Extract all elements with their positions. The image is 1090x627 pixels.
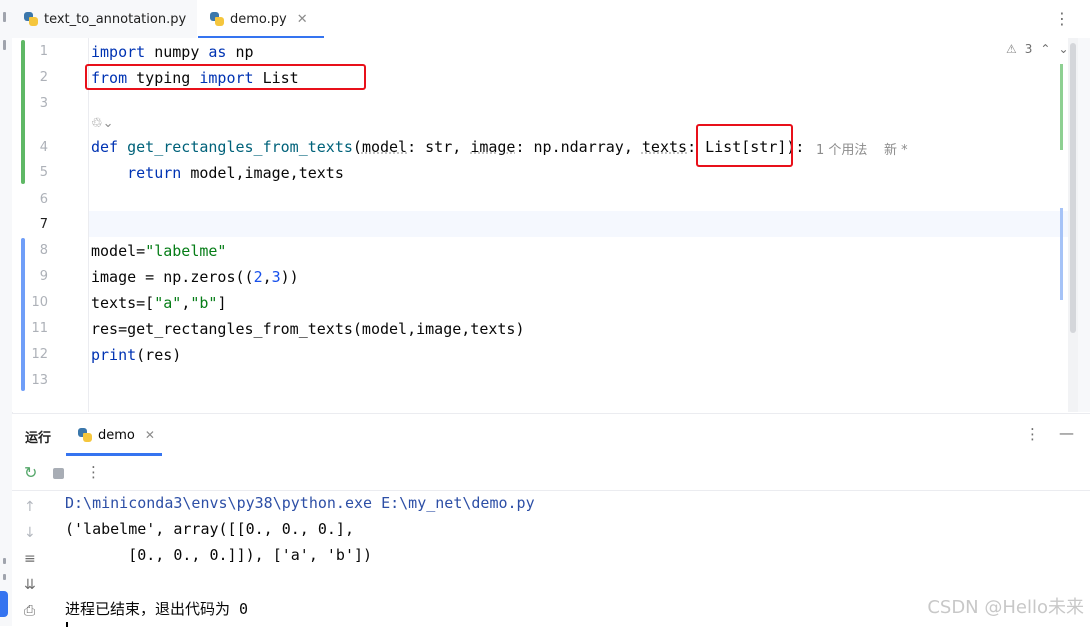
python-file-icon <box>24 12 38 26</box>
code-line-12: print(res) <box>91 346 182 364</box>
soft-wrap-icon[interactable]: ≡ <box>24 551 36 567</box>
strip-marker <box>3 574 6 580</box>
highlight-box-import <box>85 64 366 90</box>
inspection-widget[interactable]: ⚠ 3 ⌃ ⌄ <box>1006 42 1069 56</box>
line-number: 12 <box>31 347 48 362</box>
run-panel-title: 运行 <box>25 431 52 446</box>
line-number: 4 <box>39 140 48 155</box>
inspection-count: 3 <box>1024 42 1033 56</box>
tab-label: text_to_annotation.py <box>44 11 187 27</box>
tab-text-to-annotation[interactable]: text_to_annotation.py <box>12 0 197 38</box>
tab-run-demo[interactable]: demo ✕ <box>66 414 162 456</box>
highlight-box-type-hint <box>696 124 793 167</box>
scrollbar-thumb[interactable] <box>1070 43 1076 333</box>
minimize-icon[interactable]: — <box>1059 424 1074 442</box>
code-line-5: return model,image,texts <box>127 164 344 182</box>
line-number: 5 <box>39 165 48 180</box>
strip-marker <box>3 12 6 22</box>
editor-tab-bar: text_to_annotation.py demo.py ✕ ⋮ <box>12 0 1090 39</box>
right-tool-strip <box>1078 38 1090 412</box>
editor-scrollbar[interactable] <box>1068 38 1078 412</box>
gutter-divider <box>88 38 89 412</box>
chevron-up-icon[interactable]: ⌃ <box>1040 42 1050 56</box>
stop-icon[interactable] <box>53 468 64 479</box>
more-options-icon[interactable]: ⋮ <box>1054 9 1070 28</box>
run-toolbar: ↻ ⋮ <box>12 458 1090 491</box>
line-number: 1 <box>39 44 48 59</box>
arrow-up-icon[interactable]: ↑ <box>24 499 36 515</box>
new-hint: 新 * <box>884 143 908 158</box>
vcs-added-marker <box>21 40 25 184</box>
rerun-icon[interactable]: ↻ <box>24 463 37 482</box>
line-number: 7 <box>39 217 48 232</box>
scroll-to-end-icon[interactable]: ⇊ <box>24 577 36 593</box>
code-line-9: image = np.zeros((2,3)) <box>91 268 299 286</box>
scroll-marker-modified <box>1060 208 1063 300</box>
watermark: CSDN @Hello未来 <box>927 597 1084 618</box>
more-options-icon[interactable]: ⋮ <box>86 463 101 481</box>
more-options-icon[interactable]: ⋮ <box>1025 425 1040 443</box>
scroll-marker-added <box>1060 64 1063 150</box>
current-line-highlight <box>88 211 1078 237</box>
code-line-10: texts=["a","b"] <box>91 294 227 312</box>
run-tool-window: 运行 demo ✕ ⋮ — ↻ ⋮ ↑ ↓ ≡ ⇊ ⎙ D:\miniconda… <box>12 413 1090 627</box>
inlay-hint-icon[interactable]: ♲⌄ <box>91 116 114 131</box>
line-number: 13 <box>31 373 48 388</box>
console-line: ('labelme', array([[0., 0., 0.], <box>65 520 354 538</box>
line-number: 6 <box>39 192 48 207</box>
tab-demo[interactable]: demo.py ✕ <box>198 0 324 39</box>
python-file-icon <box>78 428 92 442</box>
code-line-1: import numpy as np <box>91 43 254 61</box>
line-number: 8 <box>39 243 48 258</box>
code-editor[interactable]: 1 2 3 4 5 6 7 8 9 10 11 12 13 import num… <box>12 38 1078 412</box>
print-icon[interactable]: ⎙ <box>24 603 35 619</box>
line-number: 10 <box>31 295 48 310</box>
run-tab-label: demo <box>98 427 135 443</box>
code-line-11: res=get_rectangles_from_texts(model,imag… <box>91 320 525 338</box>
console-line: [0., 0., 0.]]), ['a', 'b']) <box>65 546 373 564</box>
line-number: 11 <box>31 321 48 336</box>
active-tab-indicator <box>66 453 162 456</box>
line-number: 2 <box>39 70 48 85</box>
code-line-8: model="labelme" <box>91 242 227 260</box>
console-line: D:\miniconda3\envs\py38\python.exe E:\my… <box>65 494 535 512</box>
console-line: 进程已结束，退出代码为 0 <box>65 600 249 618</box>
strip-active-indicator[interactable] <box>0 591 8 617</box>
warning-icon: ⚠ <box>1006 42 1017 56</box>
line-number: 3 <box>39 96 48 111</box>
strip-marker <box>3 558 6 564</box>
strip-marker <box>3 40 6 50</box>
close-icon[interactable]: ✕ <box>145 428 155 442</box>
run-header: 运行 demo ✕ ⋮ — <box>12 414 1090 456</box>
vcs-modified-marker <box>21 238 25 391</box>
arrow-down-icon[interactable]: ↓ <box>24 525 36 541</box>
usage-hint[interactable]: 1 个用法 <box>816 139 867 158</box>
console-side-toolbar: ↑ ↓ ≡ ⇊ ⎙ <box>12 491 52 627</box>
tab-label: demo.py <box>230 11 287 27</box>
console-cursor <box>66 622 68 627</box>
close-icon[interactable]: ✕ <box>297 12 308 27</box>
python-file-icon <box>210 12 224 26</box>
line-number: 9 <box>39 269 48 284</box>
